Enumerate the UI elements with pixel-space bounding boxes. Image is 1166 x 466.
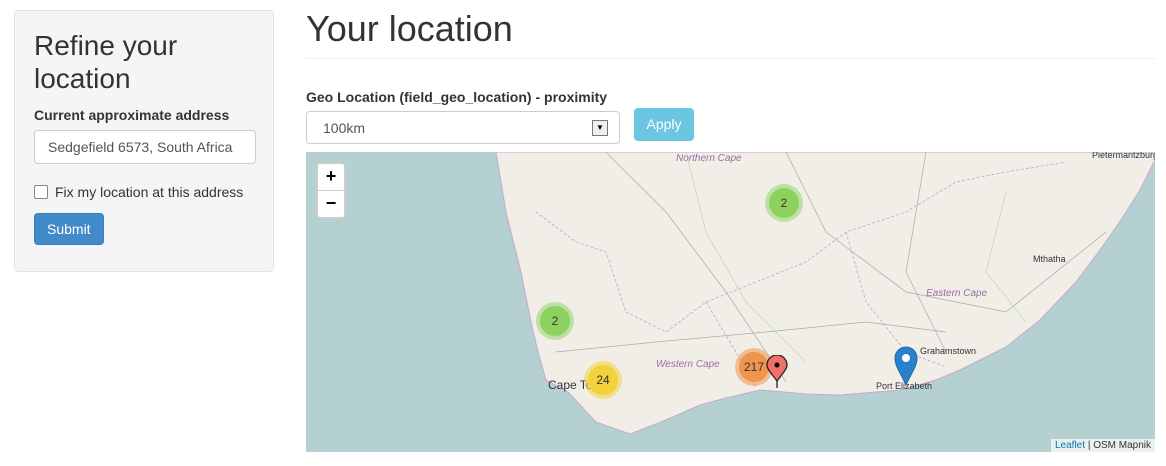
cluster-count: 2 [540, 306, 570, 336]
address-label: Current approximate address [34, 107, 230, 123]
proximity-label: Geo Location (field_geo_location) - prox… [306, 89, 608, 105]
fix-location-checkbox[interactable] [34, 185, 48, 199]
zoom-out-button[interactable]: − [318, 191, 344, 217]
attribution-text: OSM Mapnik [1093, 440, 1151, 451]
cluster-count: 217 [739, 352, 769, 382]
map-attribution: Leaflet | OSM Mapnik [1051, 439, 1155, 452]
label-eastern-cape: Eastern Cape [926, 288, 988, 299]
address-input[interactable]: Sedgefield 6573, South Africa [34, 130, 256, 164]
current-location-pin-icon[interactable] [894, 346, 918, 386]
submit-button[interactable]: Submit [34, 213, 104, 245]
zoom-in-button[interactable]: + [318, 164, 344, 191]
proximity-value: 100km [323, 120, 366, 136]
fix-location-checkbox-row[interactable]: Fix my location at this address [34, 184, 254, 200]
page-title: Your location [306, 8, 513, 49]
map-tiles [495, 152, 1155, 435]
marker-cluster[interactable]: 2 [765, 184, 803, 222]
apply-button[interactable]: Apply [634, 108, 694, 141]
label-western-cape: Western Cape [656, 359, 720, 370]
fix-location-label: Fix my location at this address [55, 184, 244, 200]
marker-cluster[interactable]: 2 [536, 302, 574, 340]
panel-heading: Refine your location [34, 30, 178, 94]
label-mthatha: Mthatha [1033, 254, 1066, 264]
attribution-separator: | [1087, 440, 1091, 451]
label-pietermaritzburg: Pietermaritzburg [1092, 152, 1155, 160]
divider [306, 58, 1155, 59]
label-northern-cape: Northern Cape [676, 153, 742, 164]
cluster-count: 2 [769, 188, 799, 218]
chevron-down-icon: ▼ [592, 120, 608, 136]
cluster-count: 24 [588, 365, 618, 395]
marker-cluster[interactable]: 24 [584, 361, 622, 399]
label-grahamstown: Grahamstown [920, 346, 977, 356]
map[interactable]: Northern Cape Pietermaritzburg Mthatha E… [306, 152, 1155, 452]
proximity-select[interactable]: 100km ▼ [306, 111, 620, 144]
refine-location-panel: Refine your location Current approximate… [14, 10, 274, 272]
leaflet-link[interactable]: Leaflet [1055, 440, 1085, 451]
red-map-pin-icon[interactable] [766, 355, 788, 389]
zoom-control: + − [316, 162, 346, 219]
